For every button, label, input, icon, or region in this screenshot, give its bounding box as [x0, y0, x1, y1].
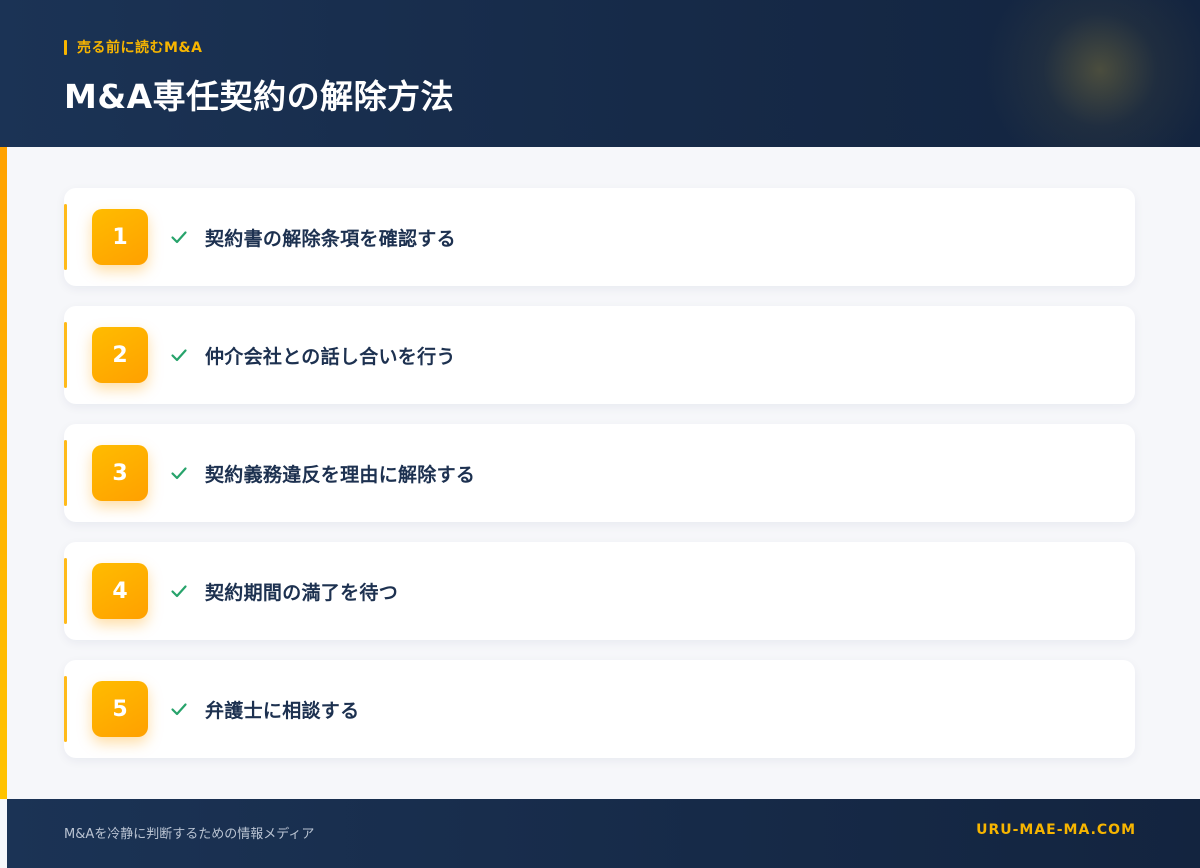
site-name: URU-MAE-MA.COM [976, 822, 1136, 838]
check-icon [171, 467, 187, 480]
step-number-badge: 4 [92, 563, 148, 619]
step-number-badge: 3 [92, 445, 148, 501]
step-card-5: 5 弁護士に相談する [64, 660, 1135, 758]
step-card-2: 2 仲介会社との話し合いを行う [64, 306, 1135, 404]
step-card-4: 4 契約期間の満了を待つ [64, 542, 1135, 640]
check-icon [171, 585, 187, 598]
check-icon [171, 231, 187, 244]
step-card-1: 1 契約書の解除条項を確認する [64, 188, 1135, 286]
footer-tagline: M&Aを冷静に判断するための情報メディア [64, 827, 315, 842]
step-card-3: 3 契約義務違反を理由に解除する [64, 424, 1135, 522]
step-label: 契約義務違反を理由に解除する [205, 464, 476, 486]
kicker-text: 売る前に読むM&A [77, 40, 203, 56]
step-label: 契約期間の満了を待つ [205, 582, 399, 604]
page-footer: M&Aを冷静に判断するための情報メディア URU-MAE-MA.COM [7, 799, 1200, 868]
kicker: 売る前に読むM&A [64, 38, 202, 56]
left-accent-bar [0, 147, 7, 799]
step-number-badge: 5 [92, 681, 148, 737]
step-number-badge: 2 [92, 327, 148, 383]
step-label: 弁護士に相談する [205, 700, 360, 722]
step-list: 1 契約書の解除条項を確認する 2 仲介会社との話し合いを行う 3 契約義務違反… [64, 188, 1135, 778]
page-title: M&A専任契約の解除方法 [64, 77, 455, 116]
step-number-badge: 1 [92, 209, 148, 265]
header-glow [980, 0, 1200, 147]
step-label: 仲介会社との話し合いを行う [205, 346, 456, 368]
check-icon [171, 703, 187, 716]
page-header: 売る前に読むM&A M&A専任契約の解除方法 [0, 0, 1200, 147]
check-icon [171, 349, 187, 362]
kicker-bar [64, 39, 67, 55]
step-label: 契約書の解除条項を確認する [205, 228, 456, 250]
